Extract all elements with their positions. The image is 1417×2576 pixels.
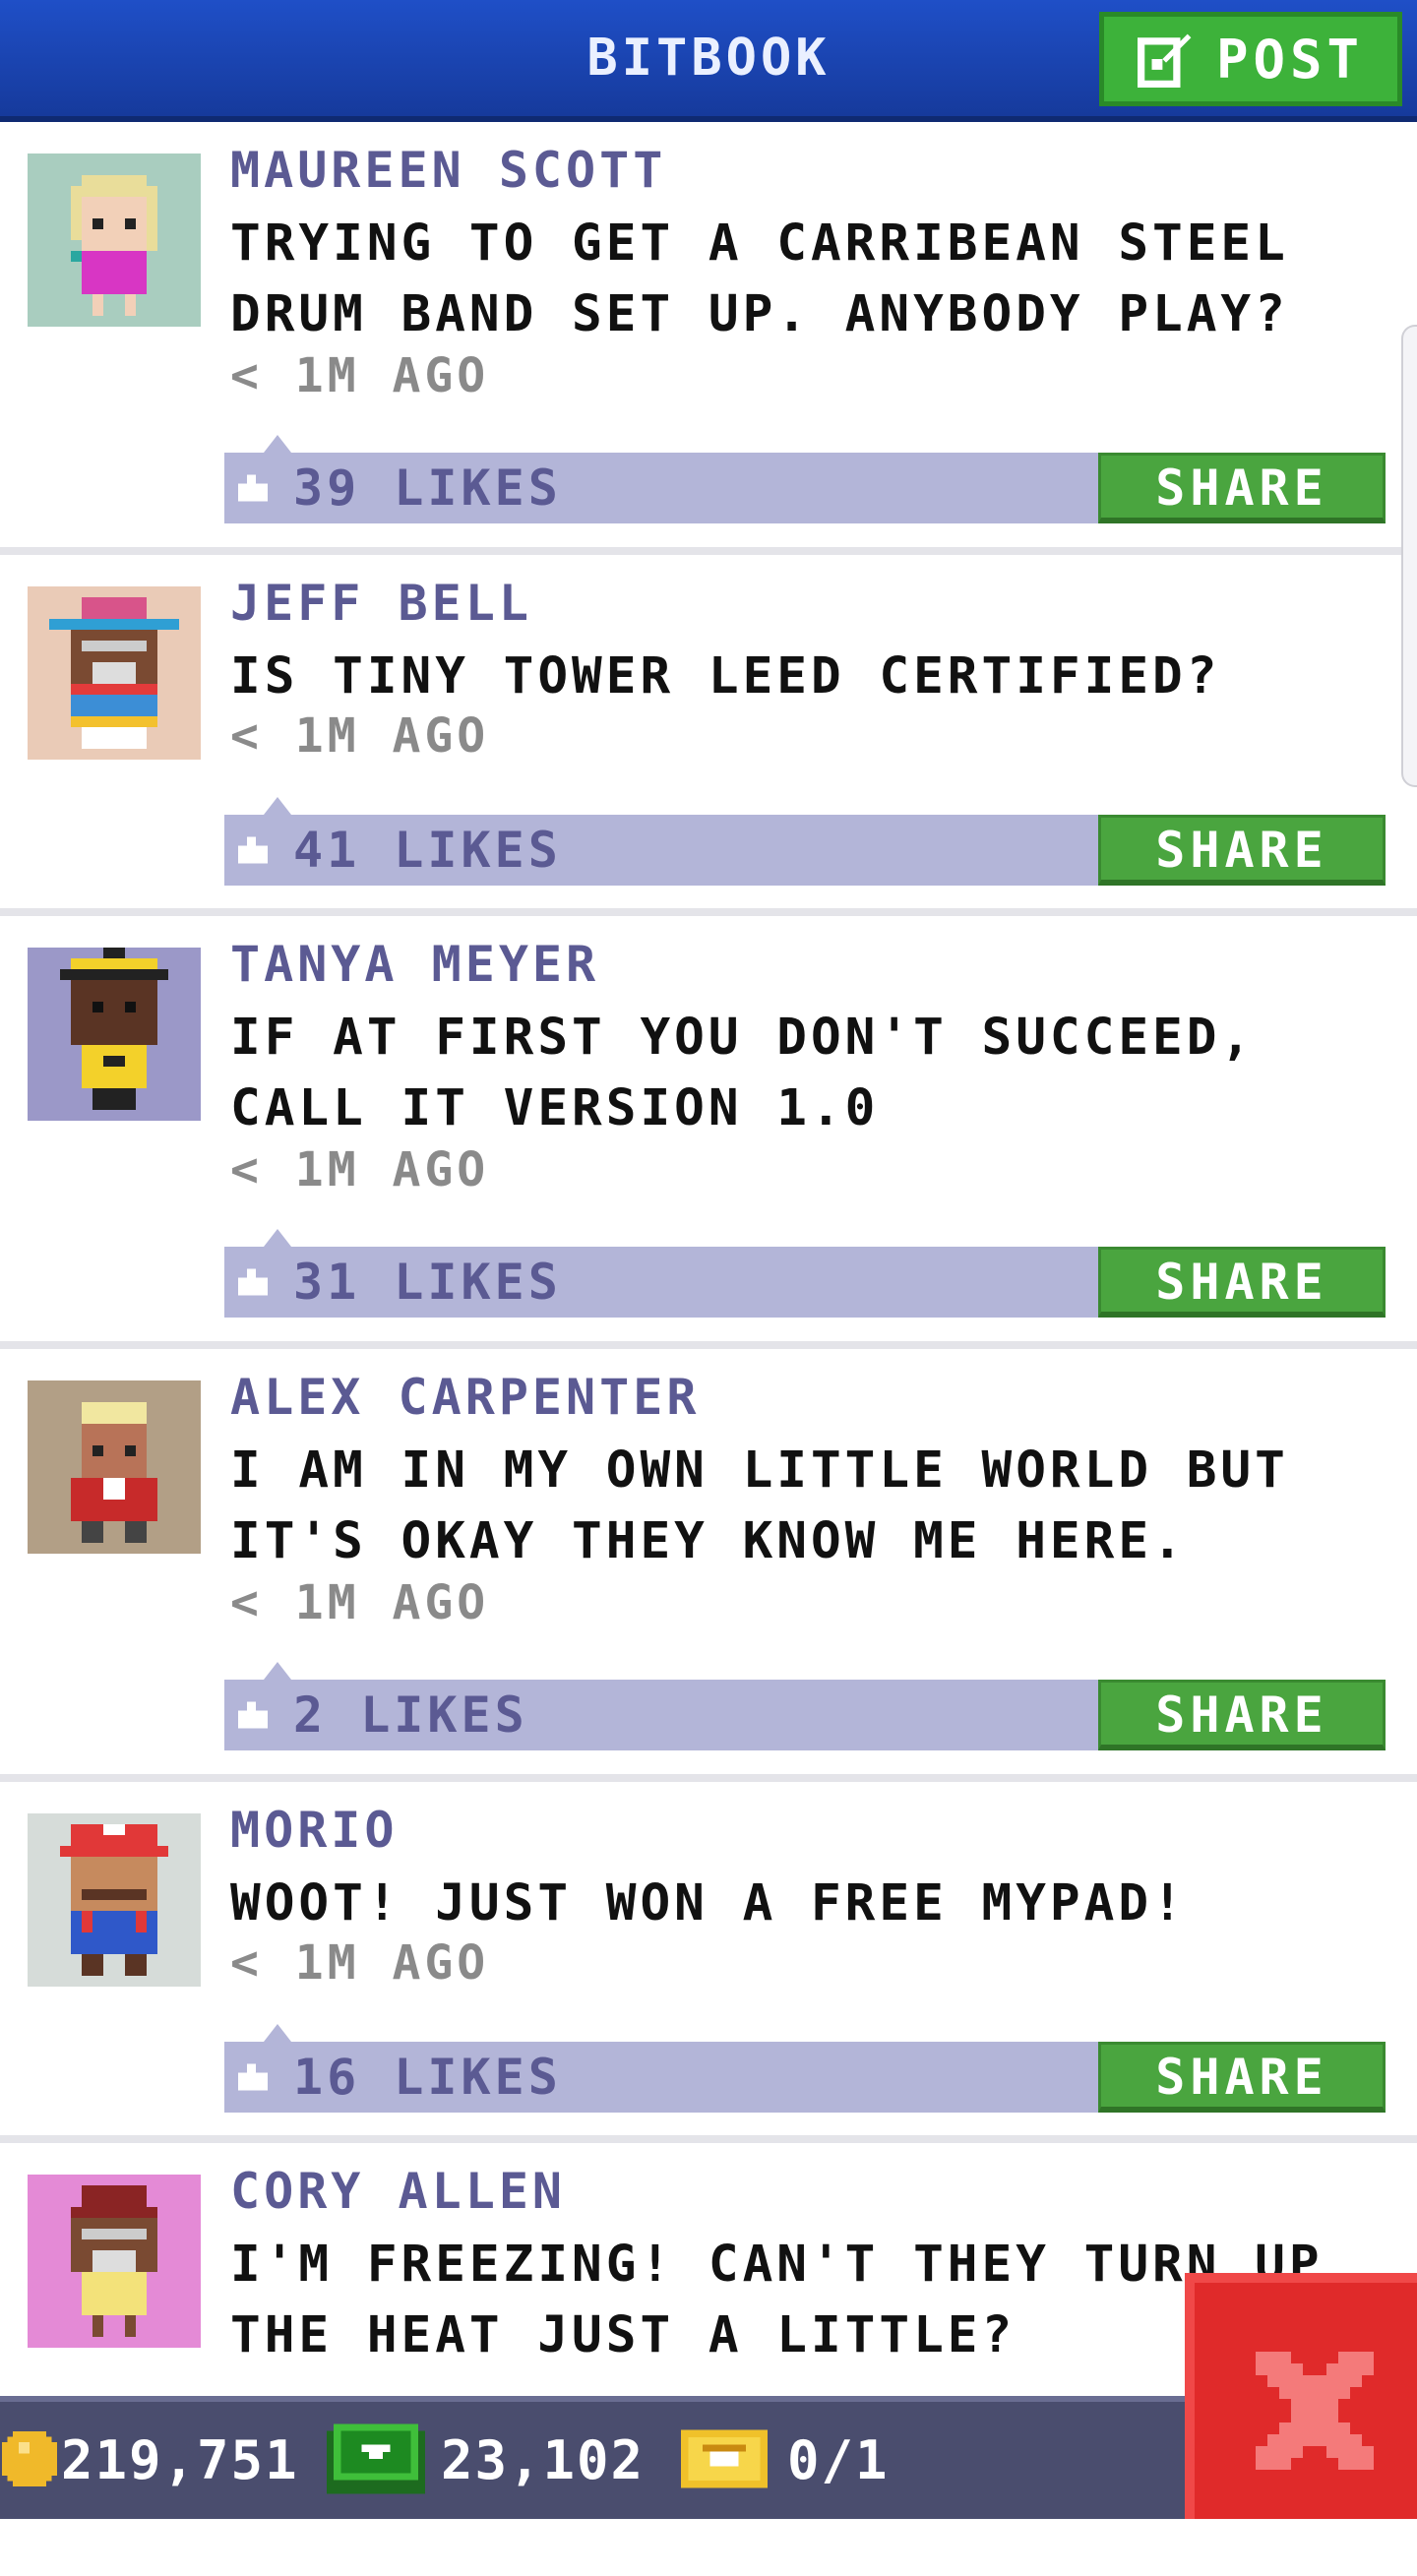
coins-count: 219,751 — [61, 2429, 299, 2491]
post-message: I AM IN MY OWN LITTLE WORLD BUT IT'S OKA… — [230, 1441, 1289, 1570]
share-button[interactable]: SHARE — [1098, 815, 1386, 886]
close-button[interactable] — [1185, 2273, 1417, 2519]
post-author[interactable]: ALEX CARPENTER — [230, 1369, 700, 1426]
share-button[interactable]: SHARE — [1098, 453, 1386, 523]
thumbs-up-icon[interactable] — [238, 474, 268, 502]
post-button-label: POST — [1215, 28, 1365, 91]
close-icon — [1256, 2352, 1374, 2470]
thumbs-up-icon[interactable] — [238, 1268, 268, 1296]
post-button[interactable]: POST — [1099, 12, 1402, 106]
scrollbar[interactable] — [1401, 325, 1417, 787]
post-divider — [0, 547, 1417, 555]
avatar — [28, 153, 201, 327]
avatar — [28, 948, 201, 1121]
likes-count: 2 LIKES — [293, 1687, 528, 1744]
edit-icon — [1137, 33, 1192, 88]
thumbs-up-icon[interactable] — [238, 836, 268, 864]
likes-bar: 31 LIKES SHARE — [224, 1229, 1386, 1318]
post-divider — [0, 1774, 1417, 1782]
likes-count: 41 LIKES — [293, 822, 562, 879]
likes-bar: 2 LIKES SHARE — [224, 1662, 1386, 1750]
likes-bar: 16 LIKES SHARE — [224, 2024, 1386, 2113]
share-button[interactable]: SHARE — [1098, 1247, 1386, 1318]
likes-bar: 41 LIKES SHARE — [224, 797, 1386, 886]
coin-icon — [2, 2431, 57, 2486]
feed-post: MORIO WOOT! JUST WON A FREE MYPAD! < 1M … — [0, 1782, 1417, 2143]
post-timestamp: < 1M AGO — [230, 1142, 490, 1197]
post-timestamp: < 1M AGO — [230, 348, 490, 403]
app-header: BITBOOK POST — [0, 0, 1417, 122]
thumbs-up-icon[interactable] — [238, 2063, 268, 2091]
post-timestamp: < 1M AGO — [230, 1935, 490, 1991]
post-divider — [0, 908, 1417, 916]
likes-bar: 39 LIKES SHARE — [224, 435, 1386, 523]
tickets-count: 0/1 — [787, 2429, 890, 2491]
post-author[interactable]: CORY ALLEN — [230, 2163, 566, 2220]
likes-count: 16 LIKES — [293, 2049, 562, 2106]
avatar — [28, 1380, 201, 1554]
thumbs-up-icon[interactable] — [238, 1701, 268, 1729]
avatar — [28, 1813, 201, 1987]
ticket-icon — [681, 2429, 768, 2488]
feed-post: ALEX CARPENTER I AM IN MY OWN LITTLE WOR… — [0, 1349, 1417, 1782]
post-author[interactable]: JEFF BELL — [230, 575, 532, 632]
bux-icon — [327, 2423, 425, 2494]
post-timestamp: < 1M AGO — [230, 708, 490, 764]
feed-post: MAUREEN SCOTT TRYING TO GET A CARRIBEAN … — [0, 122, 1417, 555]
post-author[interactable]: MAUREEN SCOTT — [230, 142, 666, 199]
post-divider — [0, 2135, 1417, 2143]
likes-count: 31 LIKES — [293, 1254, 562, 1311]
post-timestamp: < 1M AGO — [230, 1575, 490, 1630]
post-message: WOOT! JUST WON A FREE MYPAD! — [230, 1874, 1187, 1932]
share-button[interactable]: SHARE — [1098, 2042, 1386, 2113]
post-divider — [0, 1341, 1417, 1349]
post-message: TRYING TO GET A CARRIBEAN STEEL DRUM BAN… — [230, 215, 1289, 343]
avatar — [28, 586, 201, 760]
post-author[interactable]: TANYA MEYER — [230, 936, 599, 993]
feed-post: TANYA MEYER IF AT FIRST YOU DON'T SUCCEE… — [0, 916, 1417, 1349]
likes-count: 39 LIKES — [293, 460, 562, 517]
bux-count: 23,102 — [441, 2429, 646, 2491]
share-button[interactable]: SHARE — [1098, 1680, 1386, 1750]
post-message: IS TINY TOWER LEED CERTIFIED? — [230, 647, 1221, 705]
post-author[interactable]: MORIO — [230, 1802, 399, 1859]
post-message: IF AT FIRST YOU DON'T SUCCEED, CALL IT V… — [230, 1009, 1256, 1137]
avatar — [28, 2175, 201, 2348]
feed-post: JEFF BELL IS TINY TOWER LEED CERTIFIED? … — [0, 555, 1417, 916]
